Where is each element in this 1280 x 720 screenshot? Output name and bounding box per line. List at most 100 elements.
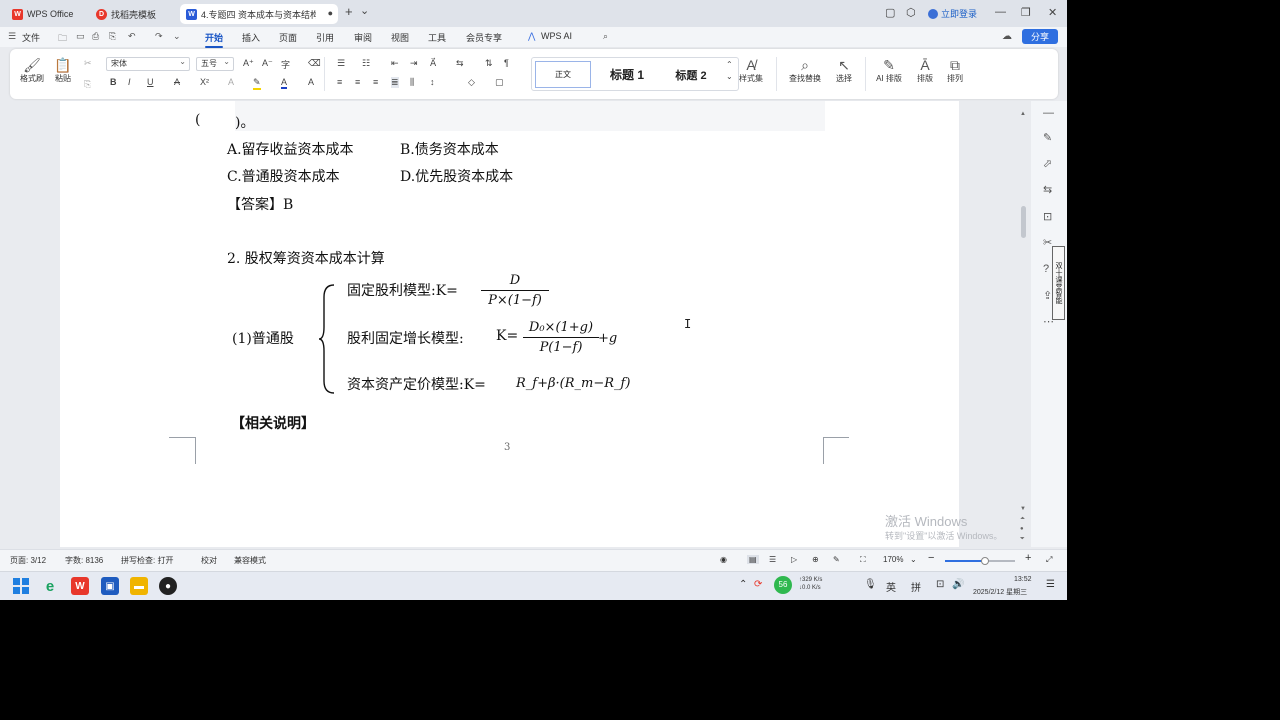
numbered-list-icon[interactable]: ☷: [362, 58, 370, 69]
paste-button[interactable]: 📋 粘贴: [50, 57, 76, 84]
vertical-scrollbar[interactable]: ▲ ▼ ⏶ ● ⏷: [1018, 101, 1030, 547]
menu-references[interactable]: 引用: [316, 31, 334, 44]
menu-member[interactable]: 会员专享: [466, 31, 502, 44]
select-browse-icon[interactable]: ●: [1020, 526, 1024, 532]
outline-view-icon[interactable]: ☰: [769, 555, 776, 564]
select-button[interactable]: ↖ 选择: [830, 57, 858, 84]
line-spacing-icon[interactable]: ↕: [430, 77, 435, 87]
strikethrough-icon[interactable]: A: [174, 77, 180, 87]
cut-icon[interactable]: ✂: [84, 58, 92, 69]
highlight-icon[interactable]: ✎: [253, 77, 261, 90]
justify-icon[interactable]: ≣: [391, 77, 399, 88]
print-preview-icon[interactable]: ⎘: [109, 31, 116, 42]
chinese-layout-icon[interactable]: A⃗: [430, 58, 436, 69]
tray-app-icon[interactable]: ⟳: [754, 579, 762, 590]
more-chevron-icon[interactable]: ⌄: [173, 31, 181, 42]
borders-icon[interactable]: ▢: [495, 77, 504, 88]
open-icon[interactable]: 🗀: [58, 31, 67, 47]
page-indicator[interactable]: 页面: 3/12: [10, 555, 46, 566]
find-replace-button[interactable]: ⌕ 查找替换: [784, 57, 826, 84]
collapse-panel-icon[interactable]: —: [1043, 107, 1054, 119]
close-window-icon[interactable]: ✕: [1048, 6, 1057, 19]
next-page-icon[interactable]: ⏷: [1020, 536, 1025, 543]
notification-icon[interactable]: ☰: [1046, 579, 1055, 590]
ai-layout-button[interactable]: ✎ AI 排版: [870, 57, 908, 84]
ime-language[interactable]: 英: [886, 579, 896, 594]
word-count[interactable]: 字数: 8136: [65, 555, 103, 566]
document-page[interactable]: ( )。 A.留存收益资本成本 B.债务资本成本 C.普通股资本成本 D.优先股…: [60, 101, 959, 547]
tab-document[interactable]: W 4.专题四 资本成本与资本结构 ●: [180, 4, 338, 24]
search-icon[interactable]: ⌕: [603, 31, 608, 42]
fit-page-icon[interactable]: ⛶: [860, 555, 866, 565]
share-button[interactable]: 分享: [1022, 29, 1058, 44]
page-view-icon[interactable]: ▤: [747, 555, 759, 564]
clear-format-icon[interactable]: ⌫: [308, 58, 321, 69]
phonetic-icon[interactable]: 字: [281, 58, 290, 71]
italic-icon[interactable]: I: [128, 77, 131, 87]
wps-taskbar-icon[interactable]: W: [71, 577, 89, 595]
align-center-icon[interactable]: ≡: [355, 77, 360, 87]
menu-home[interactable]: 开始: [205, 31, 224, 48]
edge-browser-icon[interactable]: e: [41, 577, 59, 595]
minimize-icon[interactable]: —: [995, 6, 1006, 18]
proofread[interactable]: 校对: [201, 555, 217, 566]
zoom-dropdown-icon[interactable]: ⌄: [910, 555, 917, 564]
play-icon[interactable]: ▷: [791, 555, 797, 564]
styles-scroll-up-icon[interactable]: ⌃: [726, 60, 733, 69]
fullscreen-icon[interactable]: ⤢: [1046, 555, 1052, 565]
shading-icon[interactable]: ◇: [468, 77, 475, 88]
print-icon[interactable]: ⎙: [92, 31, 99, 42]
redo-icon[interactable]: ↷: [155, 31, 163, 42]
spell-check[interactable]: 拼写检查: 打开: [121, 555, 173, 566]
style-heading-1[interactable]: 标题 1: [597, 61, 657, 88]
share-panel-icon[interactable]: ⇪: [1043, 289, 1052, 302]
format-painter-button[interactable]: 🖌 格式刷: [20, 57, 44, 84]
scroll-up-icon[interactable]: ▲: [1020, 111, 1026, 117]
restore-icon[interactable]: ❐: [1021, 6, 1031, 19]
zoom-in-icon[interactable]: +: [1025, 552, 1031, 564]
menu-page[interactable]: 页面: [279, 31, 297, 44]
tray-expand-icon[interactable]: ⌃: [739, 579, 747, 590]
text-direction-icon[interactable]: ⇆: [456, 58, 464, 69]
windows-start-icon[interactable]: [12, 577, 30, 595]
font-name-select[interactable]: 宋体: [106, 56, 190, 71]
write-view-icon[interactable]: ✎: [833, 555, 840, 564]
bullet-list-icon[interactable]: ☰: [337, 58, 345, 69]
superscript-icon[interactable]: X²: [200, 77, 209, 87]
menu-wps-ai[interactable]: WPS AI: [541, 31, 572, 41]
volume-icon[interactable]: 🔊: [952, 579, 964, 590]
align-right-icon[interactable]: ≡: [373, 77, 378, 87]
web-view-icon[interactable]: ⊕: [812, 555, 819, 564]
network-icon[interactable]: ⊡: [936, 579, 944, 590]
close-tab-icon[interactable]: ●: [328, 8, 333, 18]
layout-button[interactable]: Ā 排版: [912, 57, 938, 84]
microphone-icon[interactable]: 🎙: [864, 579, 877, 590]
menu-insert[interactable]: 插入: [242, 31, 260, 44]
media-app-icon[interactable]: ●: [159, 577, 177, 595]
style-heading-2[interactable]: 标题 2: [662, 61, 720, 88]
zoom-level[interactable]: 170%: [883, 555, 903, 564]
bold-icon[interactable]: B: [110, 77, 117, 87]
menu-tools[interactable]: 工具: [428, 31, 446, 44]
prev-page-icon[interactable]: ⏶: [1020, 516, 1025, 523]
arrange-button[interactable]: ⧉ 排列: [942, 57, 968, 84]
underline-icon[interactable]: U: [147, 77, 154, 87]
zoom-out-icon[interactable]: −: [928, 552, 934, 564]
menu-view[interactable]: 视图: [391, 31, 409, 44]
hamburger-icon[interactable]: ☰: [8, 31, 16, 42]
char-shading-icon[interactable]: A: [308, 77, 314, 87]
grow-font-icon[interactable]: A⁺: [243, 58, 254, 69]
window-mode-icon[interactable]: ▢: [885, 6, 895, 19]
style-set-button[interactable]: A̸ 样式集: [734, 57, 768, 84]
tab-docer-templates[interactable]: D 找稻壳模板: [90, 4, 174, 24]
tab-wps-office[interactable]: W WPS Office: [6, 4, 84, 24]
text-effect-icon[interactable]: A: [228, 77, 234, 87]
font-color-icon[interactable]: A: [281, 77, 288, 89]
font-size-select[interactable]: 五号: [196, 56, 234, 71]
ime-mode[interactable]: 拼: [911, 579, 921, 594]
styles-scroll-down-icon[interactable]: ⌄: [726, 72, 733, 81]
copy-icon[interactable]: ⎘: [84, 79, 91, 90]
shrink-font-icon[interactable]: A⁻: [262, 58, 273, 69]
tools-icon[interactable]: ✂: [1043, 236, 1052, 249]
decrease-indent-icon[interactable]: ⇤: [391, 58, 399, 69]
